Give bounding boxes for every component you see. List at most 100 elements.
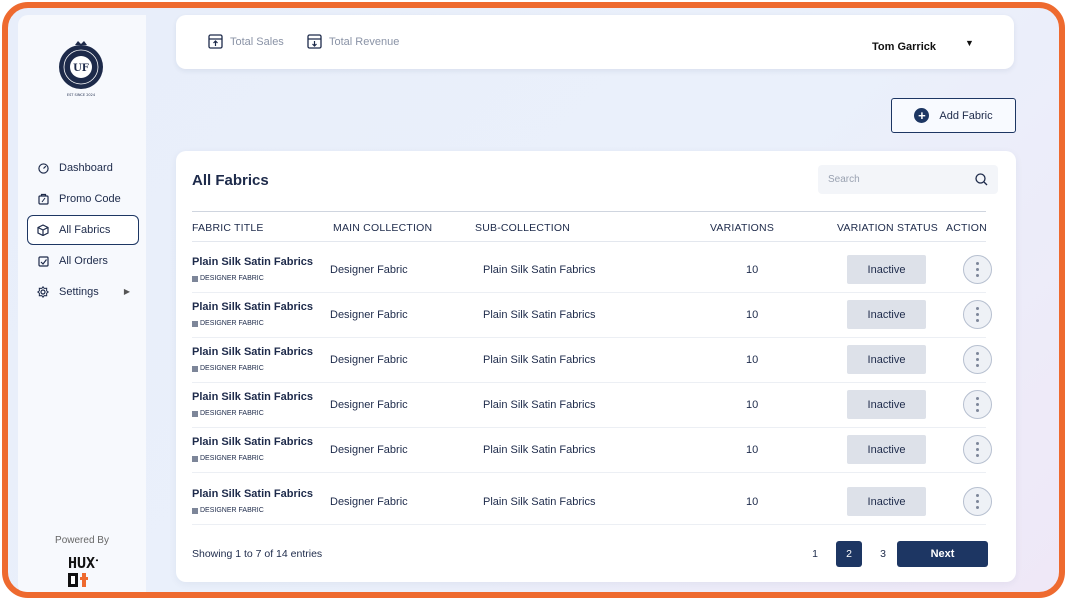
chevron-right-icon: ▶ bbox=[123, 287, 130, 296]
sidebar-item-label: All Orders bbox=[59, 255, 108, 267]
sub-collection-cell: Plain Silk Satin Fabrics bbox=[483, 264, 596, 276]
sub-collection-cell: Plain Silk Satin Fabrics bbox=[483, 399, 596, 411]
brand-logo[interactable]: UF EST SINCE 2024 bbox=[56, 39, 106, 99]
sub-collection-cell: Plain Silk Satin Fabrics bbox=[483, 309, 596, 321]
more-options-icon[interactable] bbox=[963, 300, 992, 329]
user-name[interactable]: Tom Garrick bbox=[872, 41, 936, 53]
search-input[interactable] bbox=[828, 174, 968, 185]
fabric-title[interactable]: Plain Silk Satin Fabrics bbox=[192, 256, 313, 268]
column-header-main-collection[interactable]: MAIN COLLECTION bbox=[333, 222, 432, 234]
more-options-icon[interactable] bbox=[963, 255, 992, 284]
column-header-variation-status[interactable]: VARIATION STATUS bbox=[837, 222, 938, 234]
total-sales-label: Total Sales bbox=[230, 35, 284, 48]
orders-icon bbox=[37, 255, 49, 267]
column-header-fabric-title[interactable]: FABRIC TITLE bbox=[192, 222, 264, 234]
variations-cell: 10 bbox=[746, 309, 759, 321]
sub-collection-cell: Plain Silk Satin Fabrics bbox=[483, 354, 596, 366]
fabric-tag: DESIGNER FABRIC bbox=[192, 455, 264, 462]
fabric-title[interactable]: Plain Silk Satin Fabrics bbox=[192, 391, 313, 403]
table-header: FABRIC TITLE MAIN COLLECTION SUB-COLLECT… bbox=[192, 211, 987, 242]
download-box-icon bbox=[307, 34, 322, 49]
tag-square-icon bbox=[192, 320, 198, 327]
sub-collection-cell: Plain Silk Satin Fabrics bbox=[483, 444, 596, 456]
fabric-tag-label: DESIGNER FABRIC bbox=[200, 455, 264, 462]
table-row[interactable]: Plain Silk Satin Fabrics DESIGNER FABRIC D… bbox=[192, 293, 992, 338]
fabric-tag-label: DESIGNER FABRIC bbox=[200, 507, 264, 514]
table-row[interactable]: Plain Silk Satin Fabrics DESIGNER FABRIC D… bbox=[192, 480, 992, 525]
fabric-tag-label: DESIGNER FABRIC bbox=[200, 275, 264, 282]
search-box bbox=[818, 165, 998, 194]
status-badge[interactable]: Inactive bbox=[847, 300, 926, 329]
more-options-icon[interactable] bbox=[963, 390, 992, 419]
top-header: Total Sales Total Revenue Tom Garrick ▼ bbox=[176, 15, 1014, 69]
main-collection-cell: Designer Fabric bbox=[330, 399, 408, 411]
main-collection-cell: Designer Fabric bbox=[330, 309, 408, 321]
page-button-1[interactable]: 1 bbox=[802, 541, 828, 567]
fabric-title[interactable]: Plain Silk Satin Fabrics bbox=[192, 346, 313, 358]
table-row[interactable]: Plain Silk Satin Fabrics DESIGNER FABRIC D… bbox=[192, 383, 992, 428]
powered-by-label: Powered By bbox=[55, 535, 109, 546]
page-button-3[interactable]: 3 bbox=[870, 541, 896, 567]
sidebar-item-label: Settings bbox=[59, 286, 99, 298]
fabric-tag: DESIGNER FABRIC bbox=[192, 275, 264, 282]
sidebar-item-label: All Fabrics bbox=[59, 224, 111, 236]
svg-text:HUXt: HUXt bbox=[68, 554, 98, 572]
add-fabric-label: Add Fabric bbox=[939, 109, 993, 122]
table-row[interactable]: Plain Silk Satin Fabrics DESIGNER FABRIC D… bbox=[192, 428, 992, 473]
variations-cell: 10 bbox=[746, 354, 759, 366]
main-collection-cell: Designer Fabric bbox=[330, 496, 408, 508]
table-row[interactable]: Plain Silk Satin Fabrics DESIGNER FABRIC D… bbox=[192, 338, 992, 383]
fabric-tag-label: DESIGNER FABRIC bbox=[200, 320, 264, 327]
plus-icon: + bbox=[914, 108, 930, 123]
tag-square-icon bbox=[192, 455, 198, 462]
status-badge[interactable]: Inactive bbox=[847, 390, 926, 419]
powered-by-logo[interactable]: HUXt bbox=[66, 553, 98, 591]
fabric-tag: DESIGNER FABRIC bbox=[192, 507, 264, 514]
more-options-icon[interactable] bbox=[963, 345, 992, 374]
variations-cell: 10 bbox=[746, 264, 759, 276]
column-header-variations[interactable]: VARIATIONS bbox=[710, 222, 774, 234]
sidebar: UF EST SINCE 2024 Dashboard Promo Code A… bbox=[18, 15, 146, 592]
main-collection-cell: Designer Fabric bbox=[330, 354, 408, 366]
add-fabric-button[interactable]: + Add Fabric bbox=[891, 98, 1016, 133]
total-sales-link[interactable]: Total Sales bbox=[208, 34, 284, 49]
sidebar-item-label: Promo Code bbox=[59, 193, 121, 205]
upload-box-icon bbox=[208, 34, 223, 49]
fabric-title[interactable]: Plain Silk Satin Fabrics bbox=[192, 488, 313, 500]
chevron-down-icon[interactable]: ▼ bbox=[965, 38, 974, 48]
column-header-action: ACTION bbox=[946, 222, 987, 234]
total-revenue-link[interactable]: Total Revenue bbox=[307, 34, 399, 49]
more-options-icon[interactable] bbox=[963, 487, 992, 516]
tag-square-icon bbox=[192, 410, 198, 417]
page-button-2[interactable]: 2 bbox=[836, 541, 862, 567]
promo-code-icon bbox=[37, 193, 49, 205]
status-badge[interactable]: Inactive bbox=[847, 255, 926, 284]
dashboard-icon bbox=[37, 162, 49, 174]
search-icon[interactable] bbox=[975, 173, 988, 186]
variations-cell: 10 bbox=[746, 496, 759, 508]
entries-summary: Showing 1 to 7 of 14 entries bbox=[192, 548, 323, 560]
sidebar-item-dashboard[interactable]: Dashboard bbox=[27, 153, 139, 183]
fabric-tag-label: DESIGNER FABRIC bbox=[200, 365, 264, 372]
main-collection-cell: Designer Fabric bbox=[330, 444, 408, 456]
table-row[interactable]: Plain Silk Satin Fabrics DESIGNER FABRIC D… bbox=[192, 248, 992, 293]
fabric-title[interactable]: Plain Silk Satin Fabrics bbox=[192, 436, 313, 448]
sidebar-item-promo-code[interactable]: Promo Code bbox=[27, 184, 139, 214]
sidebar-item-all-orders[interactable]: All Orders bbox=[27, 246, 139, 276]
sidebar-item-all-fabrics[interactable]: All Fabrics bbox=[27, 215, 139, 245]
fabric-tag: DESIGNER FABRIC bbox=[192, 320, 264, 327]
sidebar-nav: Dashboard Promo Code All Fabrics All Ord… bbox=[27, 153, 139, 308]
status-badge[interactable]: Inactive bbox=[847, 487, 926, 516]
svg-text:EST SINCE 2024: EST SINCE 2024 bbox=[67, 93, 96, 97]
status-badge[interactable]: Inactive bbox=[847, 345, 926, 374]
sidebar-item-settings[interactable]: Settings ▶ bbox=[27, 277, 139, 307]
next-page-button[interactable]: Next bbox=[897, 541, 988, 567]
more-options-icon[interactable] bbox=[963, 435, 992, 464]
tag-square-icon bbox=[192, 507, 198, 514]
status-badge[interactable]: Inactive bbox=[847, 435, 926, 464]
column-header-sub-collection[interactable]: SUB-COLLECTION bbox=[475, 222, 570, 234]
svg-text:UF: UF bbox=[73, 63, 89, 74]
fabric-title[interactable]: Plain Silk Satin Fabrics bbox=[192, 301, 313, 313]
sub-collection-cell: Plain Silk Satin Fabrics bbox=[483, 496, 596, 508]
tag-square-icon bbox=[192, 275, 198, 282]
